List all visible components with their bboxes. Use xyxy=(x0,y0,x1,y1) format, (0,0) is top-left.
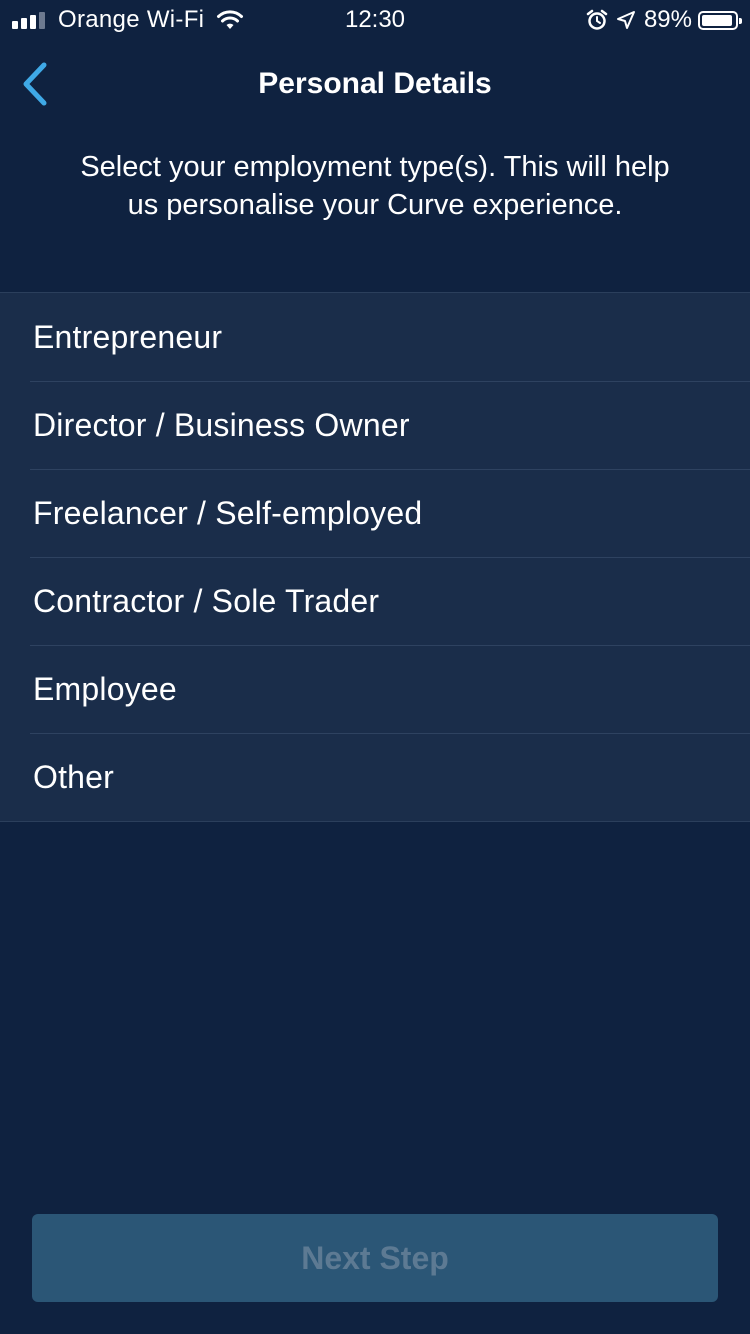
option-director-business-owner[interactable]: Director / Business Owner xyxy=(0,381,750,469)
option-label: Director / Business Owner xyxy=(33,406,410,443)
battery-percent: 89% xyxy=(643,6,692,33)
option-contractor-sole-trader[interactable]: Contractor / Sole Trader xyxy=(0,557,750,645)
option-label: Other xyxy=(33,758,115,795)
option-freelancer-self-employed[interactable]: Freelancer / Self-employed xyxy=(0,469,750,557)
description-text: Select your employment type(s). This wil… xyxy=(80,151,670,221)
status-bar: Orange Wi-Fi 12:30 89% xyxy=(0,0,750,40)
option-label: Freelancer / Self-employed xyxy=(33,494,423,531)
location-arrow-icon xyxy=(616,10,636,30)
navigation-bar: Personal Details xyxy=(0,40,750,130)
status-bar-right: 89% xyxy=(586,4,742,36)
alarm-icon xyxy=(586,9,608,31)
page-title: Personal Details xyxy=(258,67,492,100)
personal-details-screen: Orange Wi-Fi 12:30 89% Personal Details … xyxy=(0,0,750,1334)
option-label: Employee xyxy=(33,670,177,707)
option-label: Contractor / Sole Trader xyxy=(33,582,380,619)
option-employee[interactable]: Employee xyxy=(0,645,750,733)
option-other[interactable]: Other xyxy=(0,733,750,821)
option-label: Entrepreneur xyxy=(33,318,223,355)
option-entrepreneur[interactable]: Entrepreneur xyxy=(0,293,750,381)
battery-icon xyxy=(698,10,742,30)
next-step-button[interactable]: Next Step xyxy=(32,1214,718,1302)
employment-type-list: Entrepreneur Director / Business Owner F… xyxy=(0,292,750,822)
